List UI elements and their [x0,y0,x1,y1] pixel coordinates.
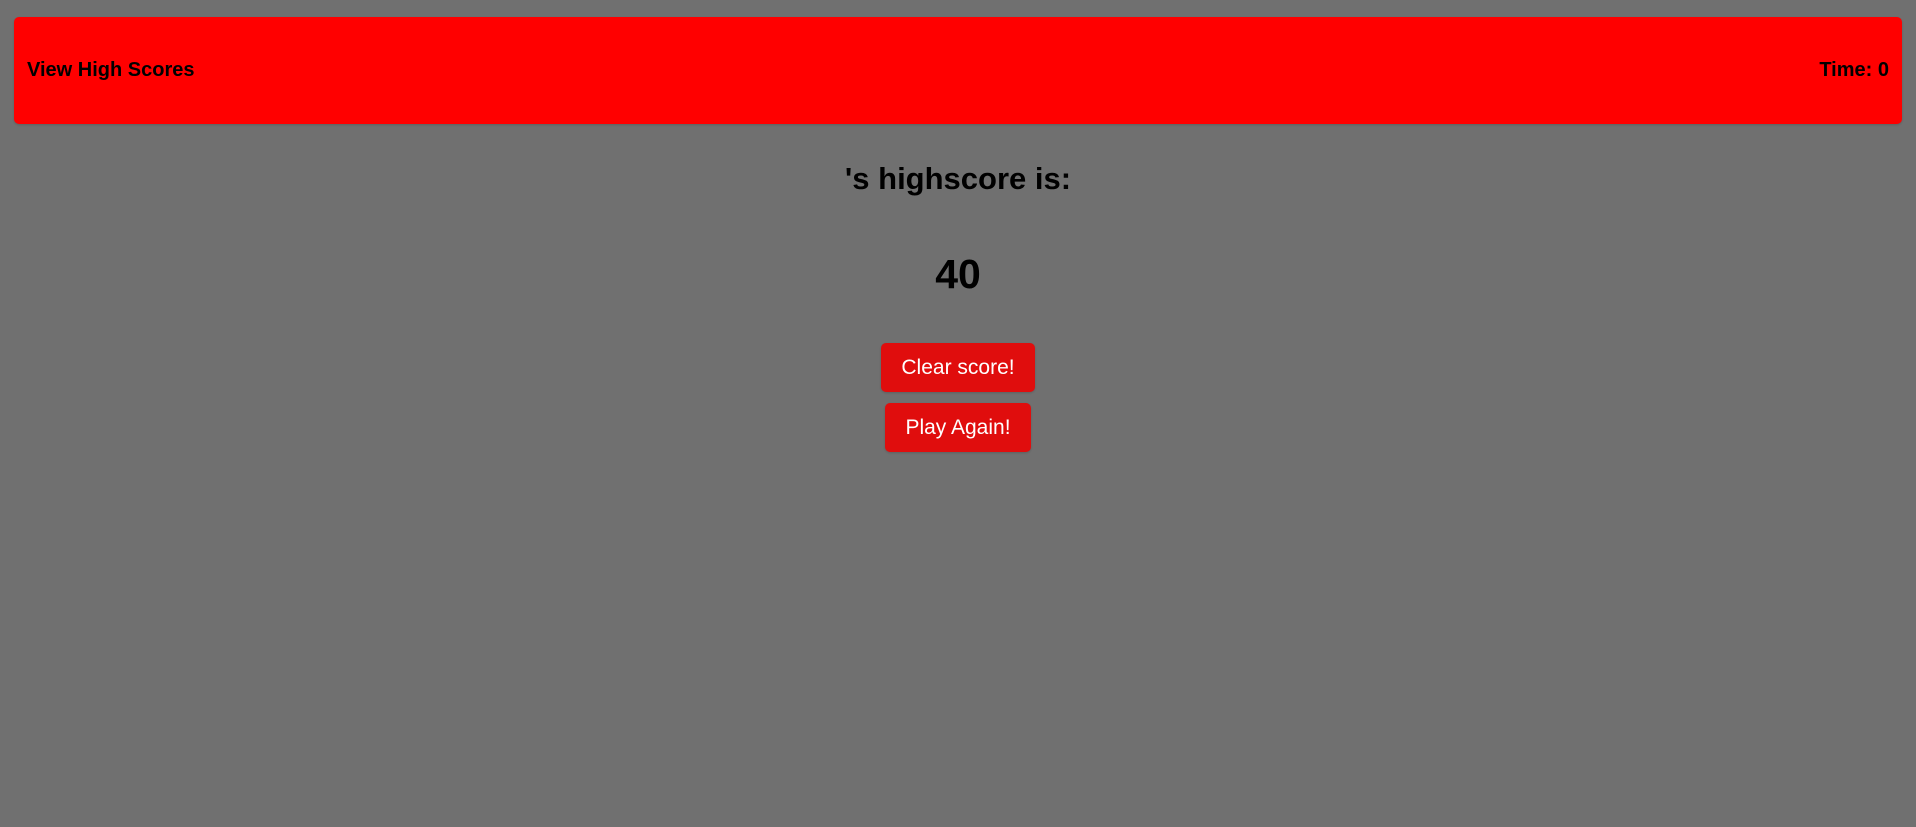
timer-display: Time: 0 [1819,59,1889,81]
view-high-scores-link[interactable]: View High Scores [27,59,194,82]
top-bar: View High Scores Time: 0 [14,17,1902,124]
play-again-button[interactable]: Play Again! [885,403,1031,452]
highscore-value: 40 [935,251,981,297]
highscore-panel: 's highscore is: 40 Clear score! Play Ag… [0,124,1916,452]
highscore-title: 's highscore is: [844,161,1072,196]
clear-score-button[interactable]: Clear score! [881,343,1035,392]
action-buttons: Clear score! Play Again! [0,343,1916,452]
